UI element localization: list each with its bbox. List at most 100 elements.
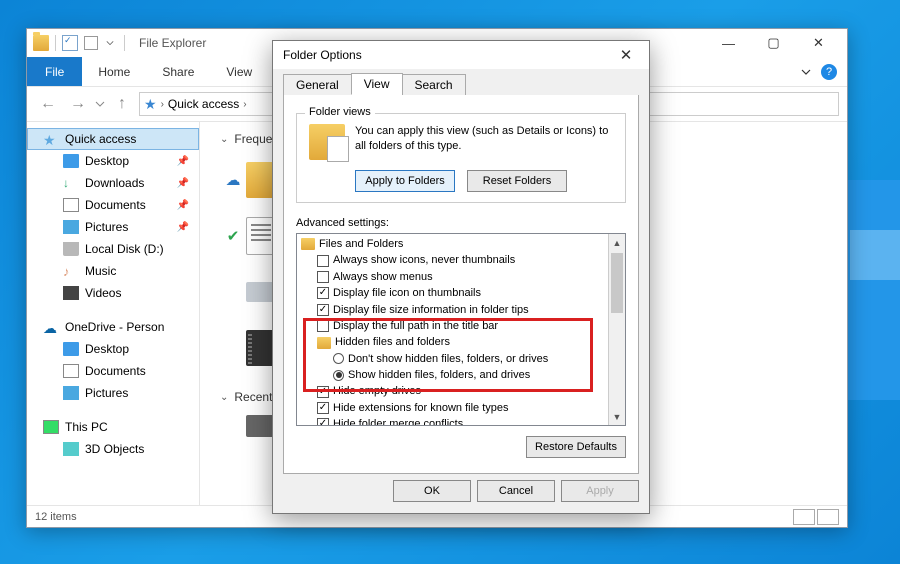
radio-icon[interactable] [333, 370, 344, 381]
sync-check-icon: ✔ [220, 227, 246, 245]
tab-search[interactable]: Search [402, 74, 466, 96]
sidebar-item-od-desktop[interactable]: Desktop [27, 338, 199, 360]
folder-views-icon [309, 124, 345, 160]
sidebar-item-pictures[interactable]: Pictures📌 [27, 216, 199, 238]
pin-icon: 📌 [177, 222, 189, 233]
scrollbar[interactable]: ▲ ▼ [608, 234, 625, 425]
history-chevron-icon[interactable] [95, 99, 105, 109]
qat-chevron-icon[interactable] [106, 39, 114, 47]
new-folder-icon[interactable] [84, 36, 98, 50]
tree-item[interactable]: ✓Hide empty drives [301, 384, 604, 400]
tab-view[interactable]: View [210, 57, 268, 86]
view-large-button[interactable] [817, 509, 839, 525]
dialog-close-button[interactable]: ✕ [613, 46, 639, 64]
checkbox-icon[interactable] [317, 271, 329, 283]
tree-item-radio[interactable]: Don't show hidden files, folders, or dri… [301, 351, 604, 367]
sidebar-item-local-disk[interactable]: Local Disk (D:) [27, 238, 199, 260]
folder-icon [317, 337, 331, 349]
star-icon [43, 132, 59, 146]
scroll-up-button[interactable]: ▲ [609, 234, 625, 251]
chevron-down-icon: ⌄ [220, 392, 228, 403]
sidebar-item-label: Desktop [85, 342, 129, 356]
tree-item[interactable]: ✓Display file size information in folder… [301, 302, 604, 318]
document-icon [63, 364, 79, 378]
folder-icon [301, 238, 315, 250]
view-toggle [793, 509, 839, 525]
reset-folders-button[interactable]: Reset Folders [467, 170, 567, 192]
ok-button[interactable]: OK [393, 480, 471, 502]
checkbox-icon[interactable]: ✓ [317, 304, 329, 316]
close-button[interactable]: ✕ [796, 29, 841, 57]
tree-label: Always show icons, never thumbnails [333, 252, 515, 269]
nav-up-button[interactable]: ↑ [109, 91, 135, 117]
sidebar-item-desktop[interactable]: Desktop📌 [27, 150, 199, 172]
folder-views-text: You can apply this view (such as Details… [355, 124, 608, 160]
nav-pane[interactable]: Quick access Desktop📌 Downloads📌 Documen… [27, 122, 200, 505]
tab-general[interactable]: General [283, 74, 352, 96]
help-icon[interactable]: ? [821, 64, 837, 80]
tree-folder[interactable]: Hidden files and folders [301, 334, 604, 350]
properties-icon[interactable] [62, 35, 78, 51]
dialog-titlebar[interactable]: Folder Options ✕ [273, 41, 649, 69]
sidebar-item-music[interactable]: Music [27, 260, 199, 282]
tab-share[interactable]: Share [146, 57, 210, 86]
tree-item[interactable]: ✓ Hide folder merge conflicts [301, 416, 604, 425]
tree-item[interactable]: ✓Hide extensions for known file types [301, 400, 604, 416]
crumb-chevron-icon: › [161, 99, 164, 110]
checkbox-icon[interactable]: ✓ [317, 287, 329, 299]
sidebar-item-quick-access[interactable]: Quick access [27, 128, 199, 150]
pc-icon [43, 420, 59, 434]
checkbox-icon[interactable]: ✓ [317, 386, 329, 398]
sidebar-item-documents[interactable]: Documents📌 [27, 194, 199, 216]
desktop-accent [840, 180, 900, 400]
sidebar-item-label: Downloads [85, 176, 144, 190]
tree-item[interactable]: Display the full path in the title bar [301, 318, 604, 334]
sidebar-item-od-documents[interactable]: Documents [27, 360, 199, 382]
cancel-button[interactable]: Cancel [477, 480, 555, 502]
advanced-label: Advanced settings: [296, 217, 626, 229]
checkbox-icon[interactable] [317, 255, 329, 267]
nav-back-button[interactable]: ← [35, 91, 61, 117]
sidebar-item-label: OneDrive - Person [65, 320, 164, 334]
tree-item[interactable]: Always show menus [301, 269, 604, 285]
sidebar-item-downloads[interactable]: Downloads📌 [27, 172, 199, 194]
checkbox-icon[interactable]: ✓ [317, 402, 329, 414]
sidebar-item-3d-objects[interactable]: 3D Objects [27, 438, 199, 460]
desktop-icon [63, 154, 79, 168]
tree-root[interactable]: Files and Folders [301, 236, 604, 252]
dialog-tabs: General View Search [273, 69, 649, 95]
dialog-body: Folder views You can apply this view (su… [283, 95, 639, 474]
nav-forward-button[interactable]: → [65, 91, 91, 117]
tree-item-radio[interactable]: Show hidden files, folders, and drives [301, 367, 604, 383]
advanced-settings-box: Files and Folders Always show icons, nev… [296, 233, 626, 426]
tree-item[interactable]: ✓Display file icon on thumbnails [301, 285, 604, 301]
tab-home[interactable]: Home [82, 57, 146, 86]
sidebar-item-od-pictures[interactable]: Pictures [27, 382, 199, 404]
advanced-tree[interactable]: Files and Folders Always show icons, nev… [297, 234, 608, 425]
chevron-down-icon: ⌄ [220, 134, 228, 145]
ribbon-chevron-icon[interactable] [801, 67, 811, 77]
radio-icon[interactable] [333, 353, 344, 364]
status-text: 12 items [35, 511, 77, 523]
sidebar-item-onedrive[interactable]: OneDrive - Person [27, 316, 199, 338]
restore-defaults-button[interactable]: Restore Defaults [526, 436, 626, 458]
sidebar-item-this-pc[interactable]: This PC [27, 416, 199, 438]
separator [124, 35, 125, 51]
checkbox-icon[interactable]: ✓ [317, 418, 329, 425]
apply-button[interactable]: Apply [561, 480, 639, 502]
checkbox-icon[interactable] [317, 320, 329, 332]
sidebar-item-videos[interactable]: Videos [27, 282, 199, 304]
minimize-button[interactable]: — [706, 29, 751, 57]
maximize-button[interactable]: ▢ [751, 29, 796, 57]
tree-label: Hidden files and folders [335, 334, 450, 351]
scroll-thumb[interactable] [611, 253, 623, 313]
tree-label: Hide folder merge conflicts [333, 416, 463, 425]
tab-view[interactable]: View [351, 73, 403, 95]
ribbon-right: ? [801, 57, 847, 86]
tree-item[interactable]: Always show icons, never thumbnails [301, 252, 604, 268]
scroll-down-button[interactable]: ▼ [609, 408, 625, 425]
window-controls: — ▢ ✕ [706, 29, 841, 57]
apply-to-folders-button[interactable]: Apply to Folders [355, 170, 455, 192]
tab-file[interactable]: File [27, 57, 82, 86]
view-details-button[interactable] [793, 509, 815, 525]
